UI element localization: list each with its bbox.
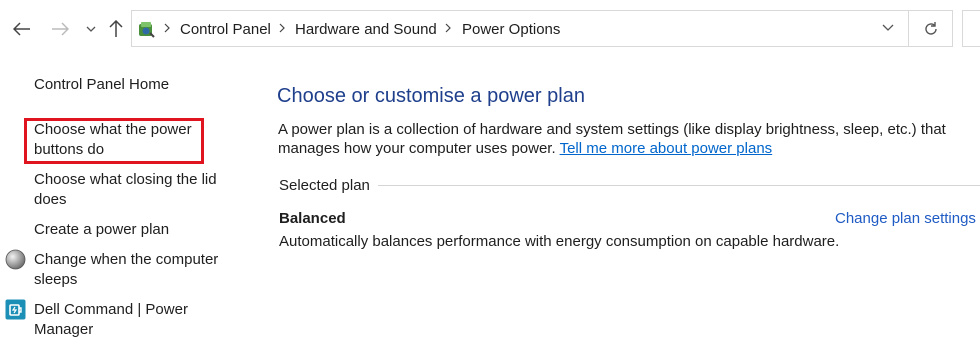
sidebar-item-label: does xyxy=(34,191,67,208)
sidebar-item-closing-lid[interactable]: Choose what closing the lid does xyxy=(34,170,234,210)
refresh-button[interactable] xyxy=(909,10,953,47)
plan-description: Automatically balances performance with … xyxy=(279,233,840,250)
page-title: Choose or customise a power plan xyxy=(277,85,585,107)
sidebar-item-label: Choose what closing the lid xyxy=(34,171,217,188)
breadcrumb-control-panel[interactable]: Control Panel xyxy=(180,21,271,38)
up-arrow-icon[interactable] xyxy=(105,18,127,40)
sidebar-item-label: sleeps xyxy=(34,271,78,288)
sidebar-item-power-buttons[interactable]: Choose what the power buttons do xyxy=(34,120,234,160)
chevron-down-icon[interactable] xyxy=(80,18,102,40)
breadcrumb-power-options[interactable]: Power Options xyxy=(462,21,560,38)
tell-me-more-link[interactable]: Tell me more about power plans xyxy=(560,140,773,157)
search-box[interactable] xyxy=(962,10,980,47)
sidebar-item-control-panel-home[interactable]: Control Panel Home xyxy=(34,75,234,95)
sidebar-item-label: Control Panel Home xyxy=(34,76,170,93)
selected-plan-heading: Selected plan xyxy=(279,177,370,194)
moon-sleep-icon xyxy=(5,249,26,270)
section-divider xyxy=(378,185,980,186)
sidebar-item-label: Create a power plan xyxy=(34,221,170,238)
breadcrumb-separator-icon xyxy=(279,23,285,33)
address-bar[interactable]: Control Panel Hardware and Sound Power O… xyxy=(131,10,909,47)
breadcrumb-separator-icon xyxy=(164,23,170,33)
forward-arrow-icon[interactable] xyxy=(49,18,71,40)
plan-name: Balanced xyxy=(279,210,346,227)
refresh-icon xyxy=(924,21,937,35)
address-history-dropdown-icon[interactable] xyxy=(882,24,894,32)
navigation-toolbar: Control Panel Hardware and Sound Power O… xyxy=(0,0,980,58)
dell-command-power-icon xyxy=(5,299,26,320)
breadcrumb-separator-icon xyxy=(445,23,451,33)
change-plan-settings-link[interactable]: Change plan settings xyxy=(835,210,976,227)
breadcrumb-hardware-and-sound[interactable]: Hardware and Sound xyxy=(295,21,437,38)
back-arrow-icon[interactable] xyxy=(11,18,33,40)
sidebar-item-dell-command-power-manager[interactable]: Dell Command | Power Manager xyxy=(34,300,234,340)
sidebar-item-label: Manager xyxy=(34,321,94,338)
sidebar-item-label: Change when the computer xyxy=(34,251,219,268)
sidebar-item-create-power-plan[interactable]: Create a power plan xyxy=(34,220,234,240)
sidebar-item-label: buttons do xyxy=(34,141,105,158)
sidebar-item-computer-sleeps[interactable]: Change when the computer sleeps xyxy=(34,250,234,290)
sidebar-item-label: Choose what the power xyxy=(34,121,192,138)
control-panel-icon xyxy=(139,22,155,38)
page-description: A power plan is a collection of hardware… xyxy=(278,120,968,158)
sidebar-item-label: Dell Command | Power xyxy=(34,301,188,318)
